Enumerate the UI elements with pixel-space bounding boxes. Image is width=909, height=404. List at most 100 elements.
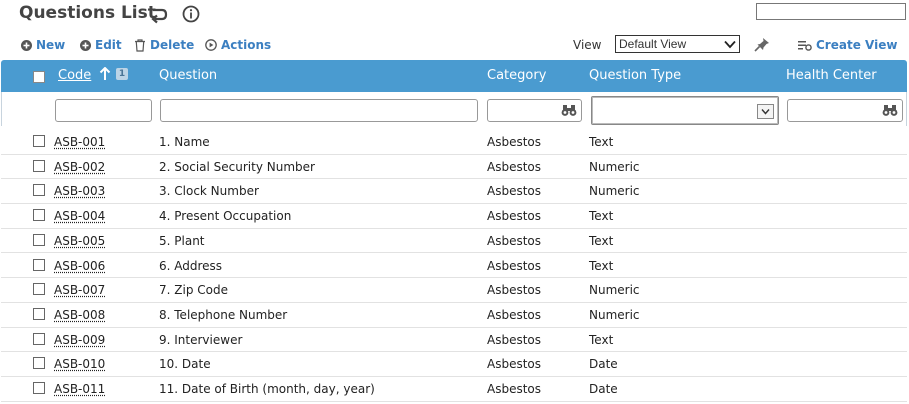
view-select[interactable]: Default View bbox=[615, 35, 740, 53]
row-question-type: Numeric bbox=[589, 307, 640, 322]
row-category: Asbestos bbox=[487, 258, 542, 273]
row-category: Asbestos bbox=[487, 307, 542, 322]
row-question-type: Numeric bbox=[589, 159, 640, 174]
row-checkbox[interactable] bbox=[33, 382, 45, 394]
plus-circle-icon bbox=[21, 39, 32, 51]
table-row[interactable]: ASB-002 2. Social Security Number Asbestos… bbox=[1, 155, 907, 180]
row-question: 11. Date of Birth (month, day, year) bbox=[159, 382, 375, 396]
info-icon[interactable] bbox=[182, 5, 200, 23]
row-question: 8. Telephone Number bbox=[159, 307, 288, 322]
row-code-link[interactable]: ASB-006 bbox=[54, 259, 105, 273]
create-view-button[interactable]: Create View bbox=[798, 37, 897, 53]
new-button[interactable]: New bbox=[21, 37, 65, 53]
list-settings-icon bbox=[798, 40, 812, 51]
row-checkbox[interactable] bbox=[33, 159, 45, 172]
table-row[interactable]: ASB-009 9. Interviewer Asbestos Text bbox=[1, 328, 907, 353]
global-search-input[interactable] bbox=[756, 3, 906, 20]
row-checkbox[interactable] bbox=[33, 283, 45, 296]
row-category: Asbestos bbox=[487, 135, 542, 149]
column-header-health-center[interactable]: Health Center bbox=[786, 68, 877, 83]
binoculars-icon[interactable] bbox=[561, 104, 577, 117]
delete-button-label: Delete bbox=[150, 38, 195, 52]
edit-button[interactable]: Edit bbox=[80, 37, 122, 53]
row-checkbox[interactable] bbox=[33, 209, 45, 222]
table-row[interactable]: ASB-006 6. Address Asbestos Text bbox=[1, 254, 907, 279]
sort-order-badge: 1 bbox=[116, 68, 128, 80]
row-question-type: Numeric bbox=[589, 283, 640, 298]
sort-ascending-icon[interactable] bbox=[99, 67, 111, 81]
row-code-link[interactable]: ASB-008 bbox=[54, 308, 105, 322]
table-row[interactable]: ASB-007 7. Zip Code Asbestos Numeric bbox=[1, 278, 907, 303]
table-row[interactable]: ASB-008 8. Telephone Number Asbestos Numeri… bbox=[1, 303, 907, 328]
back-arrow-icon[interactable] bbox=[149, 6, 169, 24]
actions-button[interactable]: Actions bbox=[205, 37, 271, 53]
chevron-down-icon bbox=[724, 40, 736, 49]
row-code-link[interactable]: ASB-004 bbox=[54, 209, 105, 223]
code-filter-input[interactable] bbox=[55, 99, 152, 122]
table-row[interactable]: ASB-003 3. Clock Number Asbestos Numeric bbox=[1, 179, 907, 205]
chevron-down-icon[interactable] bbox=[757, 104, 774, 119]
row-question-type: Text bbox=[589, 332, 614, 347]
row-category: Asbestos bbox=[487, 283, 542, 298]
binoculars-icon[interactable] bbox=[882, 104, 898, 117]
create-view-button-label: Create View bbox=[816, 38, 898, 52]
table-row[interactable]: ASB-001 1. Name Asbestos Text bbox=[1, 130, 907, 155]
view-select-value: Default View bbox=[619, 37, 687, 51]
row-question: 10. Date bbox=[159, 357, 211, 372]
table-row[interactable]: ASB-005 5. Plant Asbestos Text bbox=[1, 229, 907, 254]
row-checkbox[interactable] bbox=[33, 258, 45, 271]
row-question: 1. Name bbox=[159, 135, 210, 149]
row-code-link[interactable]: ASB-010 bbox=[54, 357, 105, 371]
row-code-link[interactable]: ASB-002 bbox=[54, 160, 105, 174]
questions-grid: Code 1 Question Category Question Type H… bbox=[1, 60, 907, 404]
column-header-code[interactable]: Code bbox=[58, 68, 91, 83]
row-checkbox[interactable] bbox=[33, 233, 45, 246]
table-row[interactable]: ASB-004 4. Present Occupation Asbestos Text bbox=[1, 204, 907, 229]
category-filter-input[interactable] bbox=[487, 99, 582, 122]
row-question-type: Text bbox=[589, 135, 614, 149]
row-code-link[interactable]: ASB-005 bbox=[54, 234, 105, 248]
row-checkbox[interactable] bbox=[33, 307, 45, 320]
row-category: Asbestos bbox=[487, 382, 542, 396]
row-question-type: Date bbox=[589, 382, 618, 396]
row-question-type: Date bbox=[589, 357, 618, 372]
table-row[interactable]: ASB-011 11. Date of Birth (month, day, ye… bbox=[1, 377, 907, 402]
row-question: 4. Present Occupation bbox=[159, 209, 292, 224]
row-code-link[interactable]: ASB-007 bbox=[54, 283, 105, 297]
health-center-filter-input[interactable] bbox=[787, 99, 903, 122]
column-header-question-type[interactable]: Question Type bbox=[589, 68, 681, 83]
filter-row bbox=[1, 92, 907, 126]
column-header-question[interactable]: Question bbox=[159, 68, 217, 83]
toolbar: New Edit Delete Actions View Default Vie… bbox=[0, 34, 909, 56]
row-category: Asbestos bbox=[487, 184, 542, 199]
question-type-filter-select[interactable] bbox=[591, 96, 779, 125]
new-button-label: New bbox=[36, 38, 66, 52]
row-checkbox[interactable] bbox=[33, 135, 45, 147]
row-code-link[interactable]: ASB-003 bbox=[54, 184, 105, 198]
row-checkbox[interactable] bbox=[33, 332, 45, 345]
page-title: Questions List bbox=[19, 3, 156, 23]
row-question: 9. Interviewer bbox=[159, 332, 243, 347]
row-category: Asbestos bbox=[487, 209, 542, 224]
plus-circle-icon bbox=[80, 39, 91, 51]
title-bar: Questions List bbox=[0, 0, 909, 30]
pin-icon[interactable] bbox=[754, 37, 771, 52]
question-filter-input[interactable] bbox=[160, 99, 478, 122]
row-question-type: Numeric bbox=[589, 184, 640, 199]
row-category: Asbestos bbox=[487, 357, 542, 372]
row-code-link[interactable]: ASB-009 bbox=[54, 333, 105, 347]
row-question-type: Text bbox=[589, 258, 614, 273]
column-header-category[interactable]: Category bbox=[487, 68, 546, 83]
delete-button[interactable]: Delete bbox=[134, 37, 194, 53]
row-code-link[interactable]: ASB-011 bbox=[54, 382, 105, 396]
select-all-checkbox[interactable] bbox=[33, 71, 45, 83]
trash-icon bbox=[135, 38, 145, 52]
row-category: Asbestos bbox=[487, 159, 542, 174]
row-checkbox[interactable] bbox=[33, 184, 45, 197]
row-question: 2. Social Security Number bbox=[159, 159, 315, 174]
row-code-link[interactable]: ASB-001 bbox=[54, 135, 105, 149]
row-checkbox[interactable] bbox=[33, 357, 45, 370]
table-row[interactable]: ASB-010 10. Date Asbestos Date bbox=[1, 352, 907, 377]
row-category: Asbestos bbox=[487, 233, 542, 248]
grid-header: Code 1 Question Category Question Type H… bbox=[1, 60, 907, 92]
